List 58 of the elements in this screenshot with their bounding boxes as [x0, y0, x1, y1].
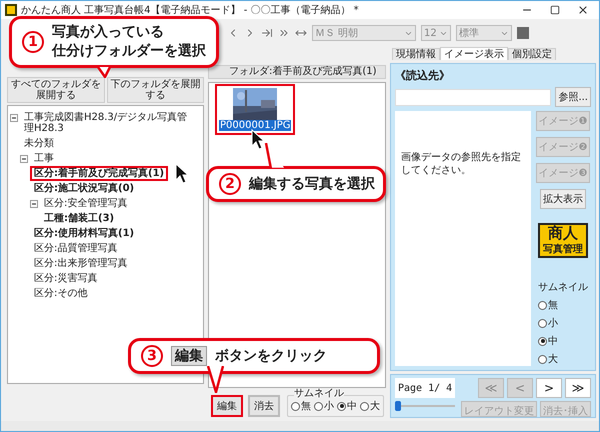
radio-option[interactable]: 小: [538, 316, 588, 330]
tree-item[interactable]: 区分:その他: [30, 286, 92, 301]
tree-item[interactable]: 区分:使用材料写真(1): [30, 226, 138, 241]
button-badge: 編集: [171, 346, 207, 366]
expand-button[interactable]: 下のフォルダを展開する: [106, 77, 204, 103]
tree-item[interactable]: 工事完成図書H28.3/デジタル写真管理H28.3: [20, 110, 201, 136]
group-label: サムネイル: [294, 389, 344, 399]
logo-subtitle: 写真管理: [543, 242, 583, 256]
double-chevron-icon[interactable]: [278, 27, 290, 39]
step-number: 3: [141, 345, 163, 367]
expand-button[interactable]: すべてのフォルダを展開する: [7, 77, 104, 103]
color-swatch[interactable]: [517, 27, 529, 39]
tab[interactable]: 現場情報: [392, 48, 440, 60]
tree-item[interactable]: 区分:安全管理写真: [40, 196, 132, 211]
step-number: 2: [219, 173, 241, 195]
tree-item[interactable]: 区分:品質管理写真: [30, 241, 122, 256]
callout-text: ボタンをクリック: [215, 346, 327, 366]
panel-heading: 《読込先》: [395, 68, 451, 83]
page-nav-button[interactable]: ≫: [565, 378, 591, 398]
action-button[interactable]: 消去: [248, 395, 280, 417]
expander-icon[interactable]: [30, 200, 38, 208]
expander-icon[interactable]: [20, 155, 28, 163]
tab[interactable]: 個別設定: [508, 48, 556, 60]
tab[interactable]: イメージ表示: [440, 47, 508, 60]
radio-option[interactable]: 中: [538, 334, 588, 348]
photo-filename[interactable]: P0000001.JPG: [219, 120, 292, 131]
radio-option[interactable]: 中: [337, 399, 357, 413]
tree-item[interactable]: 工事: [30, 151, 58, 166]
page-nav-button[interactable]: >: [536, 378, 562, 398]
callout-text: 写真が入っている 仕分けフォルダーを選択: [52, 23, 206, 61]
window-title: かんたん商人 工事写真台帳4【電子納品モード】 - 〇〇工事（電子納品） *: [21, 4, 360, 17]
app-icon: [5, 4, 17, 16]
callout-text: 編集する写真を選択: [249, 174, 375, 194]
path-field[interactable]: [395, 88, 552, 106]
tree-item[interactable]: 区分:出来形管理写真: [30, 256, 132, 271]
tree-item[interactable]: 区分:着手前及び完成写真(1): [30, 166, 168, 181]
group-label: サムネイル: [538, 281, 588, 294]
expander-icon[interactable]: [10, 114, 18, 122]
cursor-icon: [175, 163, 189, 184]
page-indicator: Page 1/ 4: [395, 378, 455, 398]
tree-item[interactable]: 工種:舗装工(3): [40, 211, 118, 226]
radio-option[interactable]: 無: [538, 298, 588, 312]
arrow-to-line-icon[interactable]: [261, 27, 273, 39]
radio-option[interactable]: 無: [291, 399, 311, 413]
radio-option[interactable]: 大: [360, 399, 380, 413]
tree-item[interactable]: 区分:災害写真: [30, 271, 102, 286]
slider-thumb[interactable]: [395, 401, 401, 411]
browse-button[interactable]: 参照...: [555, 87, 591, 107]
tree-item[interactable]: 区分:施工状況写真(0): [30, 181, 138, 196]
action-button[interactable]: 編集: [211, 395, 243, 417]
hint-text: 画像データの参照先を指定してください。: [401, 152, 521, 176]
step-number: 1: [22, 31, 44, 53]
radio-option[interactable]: 小: [314, 399, 334, 413]
radio-option[interactable]: 大: [538, 352, 588, 366]
cursor-icon: [251, 129, 265, 150]
zoom-button[interactable]: 拡大表示: [540, 189, 586, 209]
logo-title: 商人: [548, 225, 578, 242]
tree-item[interactable]: 未分類: [20, 136, 58, 151]
